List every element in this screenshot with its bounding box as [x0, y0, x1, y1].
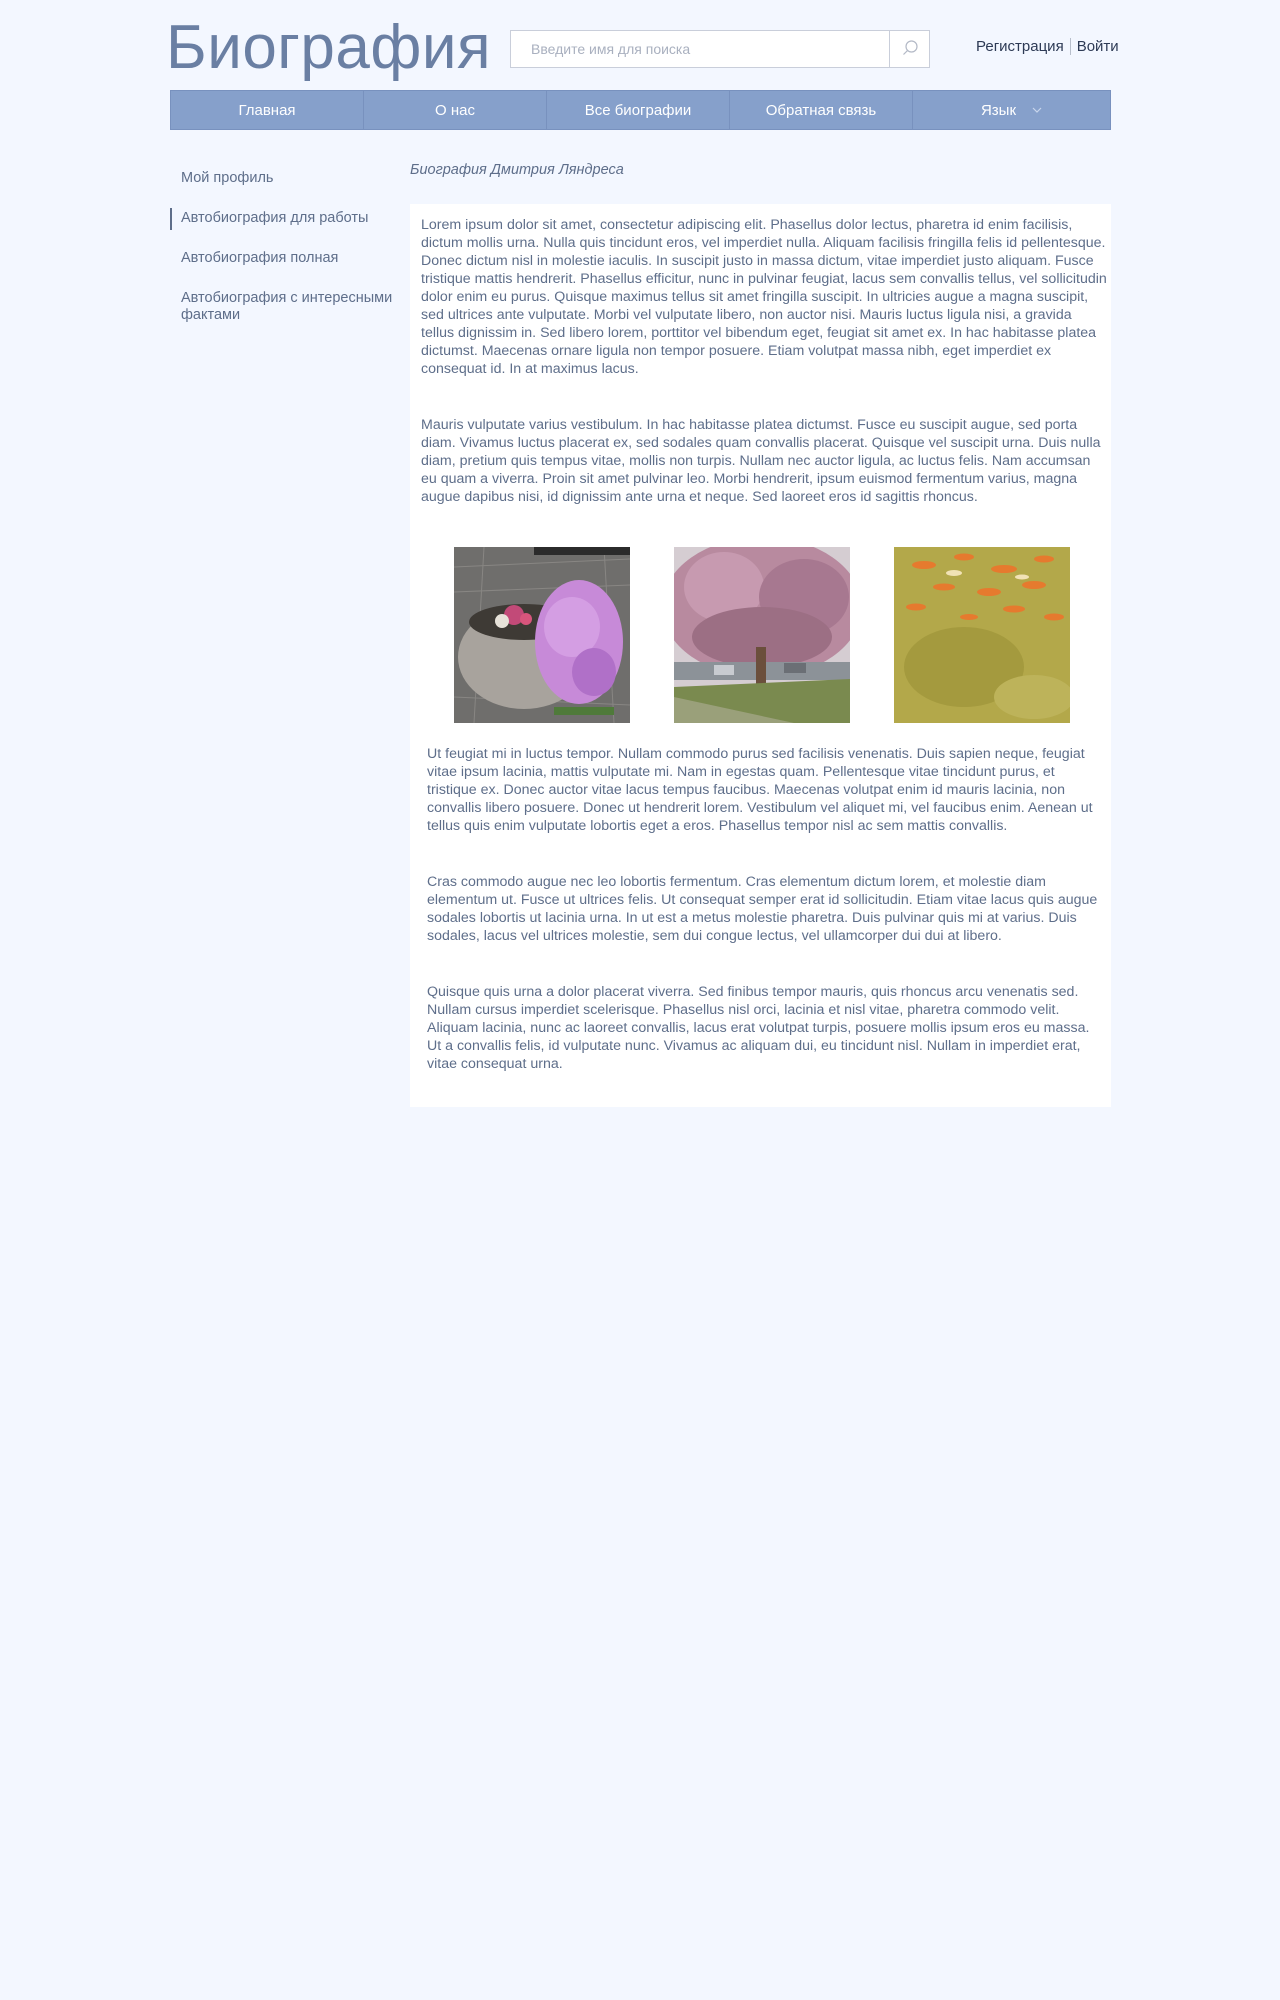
content-card: Lorem ipsum dolor sit amet, consectetur …: [410, 204, 1111, 1107]
sidebar-item-work-autobiography[interactable]: Автобиография для работы: [170, 208, 401, 230]
nav-item-about[interactable]: О нас: [364, 91, 547, 129]
sidebar-item-profile[interactable]: Мой профиль: [170, 170, 401, 187]
sidebar-item-label: Автобиография полная: [181, 250, 339, 266]
nav-item-language[interactable]: Язык: [913, 91, 1110, 129]
site-title[interactable]: Биография: [166, 8, 491, 88]
register-link[interactable]: Регистрация: [976, 38, 1064, 55]
paragraph: Ut feugiat mi in luctus tempor. Nullam c…: [427, 746, 1093, 834]
sidebar-item-label: Автобиография с интересными фактами: [181, 290, 393, 323]
nav-item-label: Главная: [238, 101, 296, 119]
gallery-image-koi[interactable]: [894, 547, 1070, 723]
nav-item-label: Все биографии: [584, 101, 692, 119]
nav-item-feedback[interactable]: Обратная связь: [730, 91, 913, 129]
nav-item-label: О нас: [435, 101, 475, 119]
chevron-down-icon: [1032, 107, 1042, 113]
main-nav: Главная О нас Все биографии Обратная свя…: [170, 90, 1111, 130]
nav-item-label: Обратная связь: [765, 101, 877, 119]
search-form: [510, 30, 930, 68]
auth-links: Регистрация Войти: [976, 38, 1119, 55]
sidebar-item-facts-autobiography[interactable]: Автобиография с интересными фактами: [170, 290, 403, 324]
login-link[interactable]: Войти: [1077, 38, 1119, 55]
auth-divider: [1069, 38, 1071, 55]
sidebar-item-full-autobiography[interactable]: Автобиография полная: [170, 250, 401, 267]
paragraph: Cras commodo augue nec leo lobortis ferm…: [427, 874, 1098, 944]
paragraph: Mauris vulputate varius vestibulum. In h…: [421, 417, 1101, 505]
paragraph: Quisque quis urna a dolor placerat viver…: [427, 984, 1090, 1072]
nav-item-home[interactable]: Главная: [171, 91, 364, 129]
paragraph: Lorem ipsum dolor sit amet, consectetur …: [421, 217, 1107, 377]
sidebar-item-label: Мой профиль: [181, 170, 274, 186]
gallery-image-tree[interactable]: [674, 547, 850, 723]
sidebar-item-label: Автобиография для работы: [181, 210, 369, 226]
search-button[interactable]: [889, 31, 929, 67]
gallery-image-planter[interactable]: [454, 547, 630, 723]
nav-item-label: Язык: [980, 101, 1017, 119]
search-input[interactable]: [511, 31, 889, 67]
nav-item-all-biographies[interactable]: Все биографии: [547, 91, 730, 129]
search-icon: [901, 39, 919, 60]
biography-title: Биография Дмитрия Ляндреса: [410, 162, 624, 178]
